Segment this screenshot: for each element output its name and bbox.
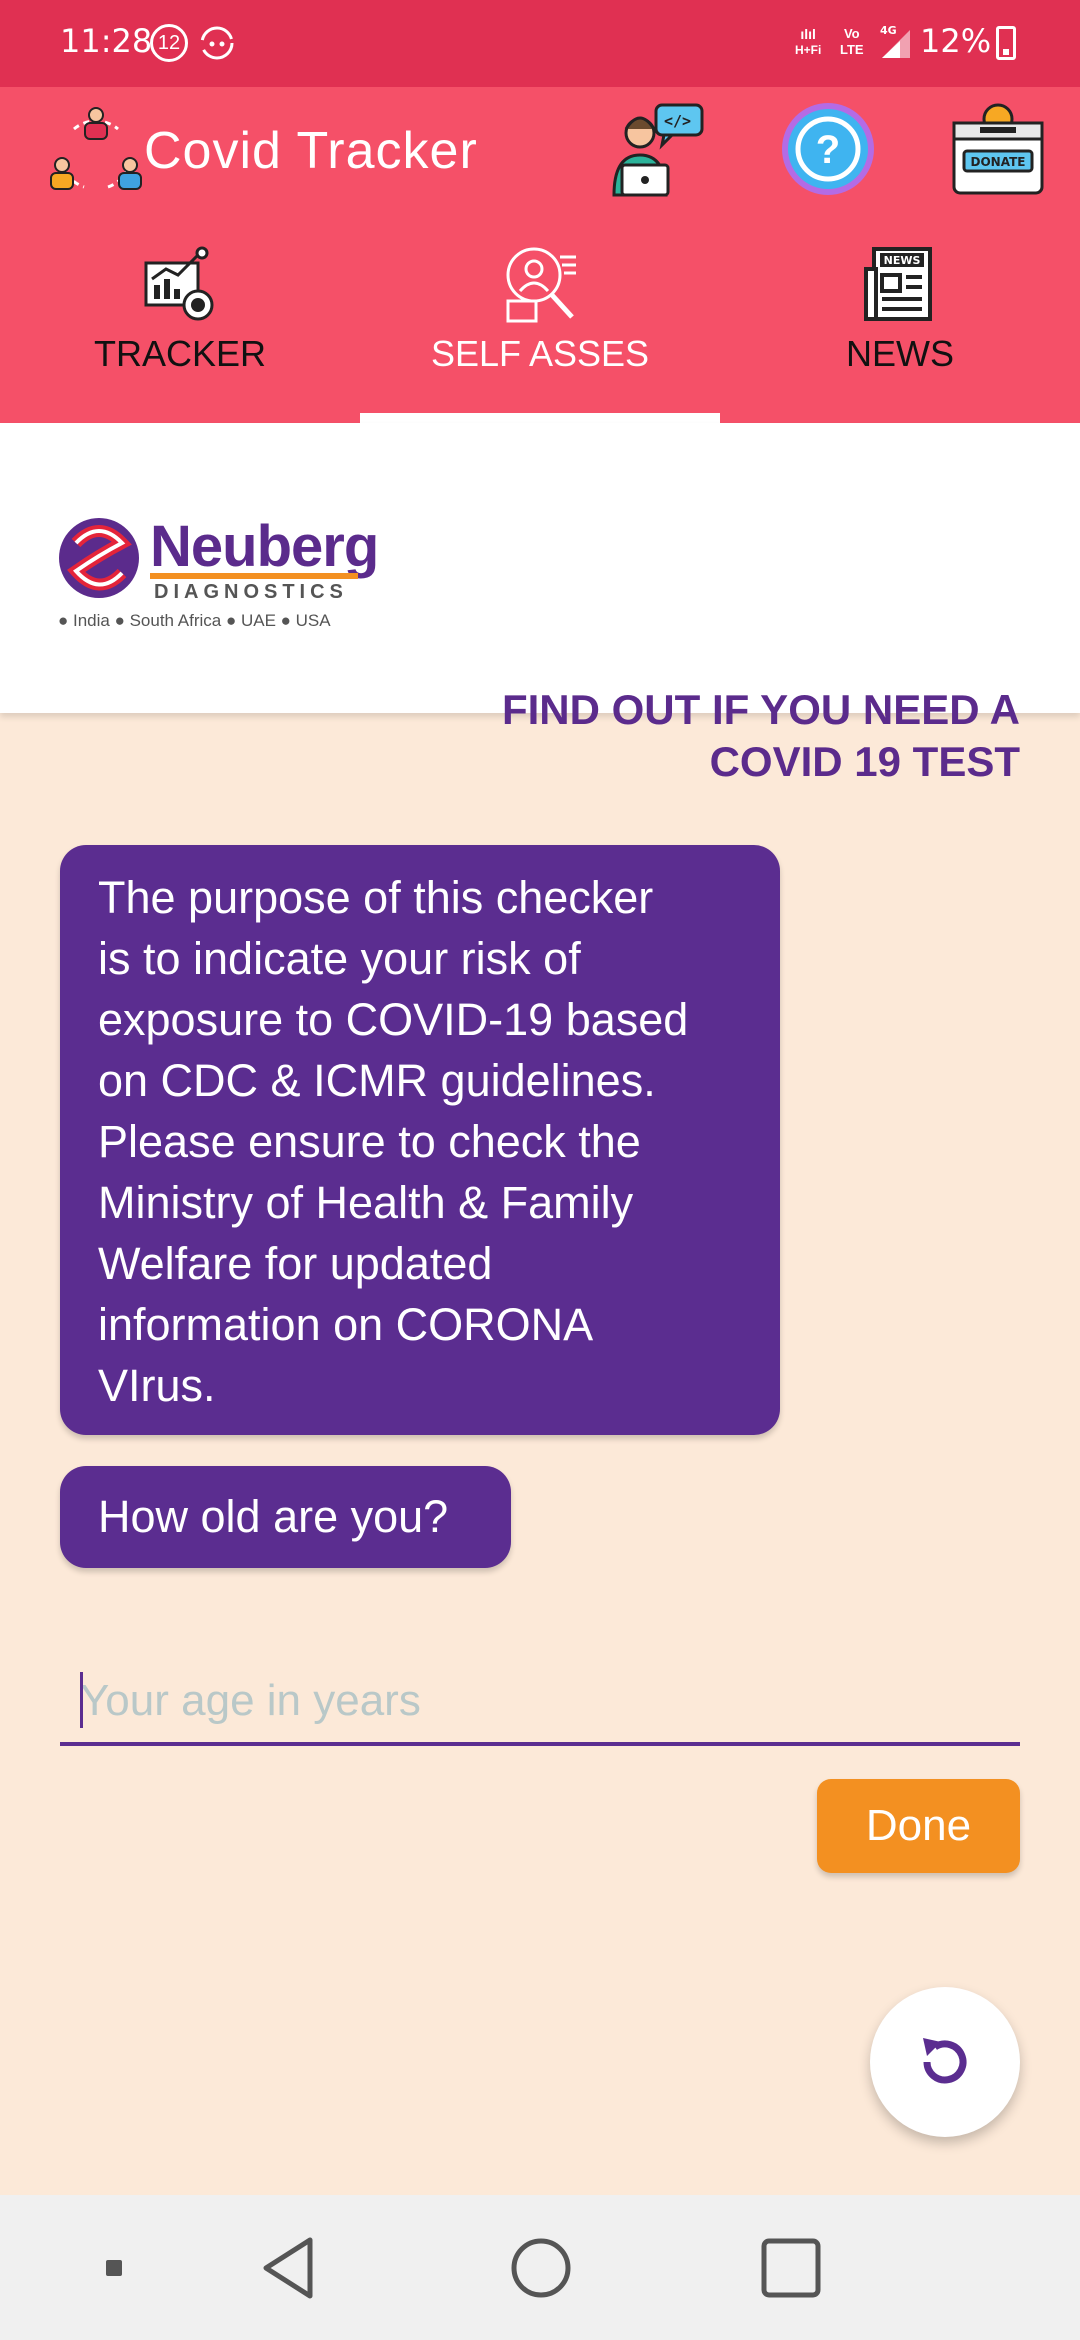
brand-name: Neuberg xyxy=(150,514,379,579)
brand-banner: Neuberg DIAGNOSTICS ● India ● South Afri… xyxy=(0,423,1080,713)
nav-menu-button[interactable] xyxy=(100,2195,130,2340)
status-time: 11:28 xyxy=(60,22,153,60)
help-button[interactable]: ? xyxy=(776,97,880,201)
developer-button[interactable]: </> xyxy=(606,97,710,201)
developer-icon: </> xyxy=(612,103,704,197)
app-header: Covid Tracker </> ? DONATE TRACKER SELF … xyxy=(0,87,1080,423)
sync-icon xyxy=(200,26,234,60)
tab-self-assessment[interactable]: SELF ASSES xyxy=(360,237,720,423)
brand-underline xyxy=(150,573,358,579)
intro-line: Please ensure to check the xyxy=(98,1116,641,1167)
tab-bar: TRACKER SELF ASSES NEWS NEWS xyxy=(0,237,1080,423)
intro-line: Welfare for updated xyxy=(98,1238,493,1289)
app-title: Covid Tracker xyxy=(144,122,478,180)
restart-icon xyxy=(923,2038,967,2084)
text-cursor xyxy=(80,1672,83,1728)
self-assessment-icon xyxy=(506,247,576,323)
brand-locations: ● India ● South Africa ● UAE ● USA xyxy=(58,611,331,630)
brand-subtitle: DIAGNOSTICS xyxy=(154,581,348,603)
intro-message-bubble: The purpose of this checker is to indica… xyxy=(60,845,780,1435)
page-headline: FIND OUT IF YOU NEED A COVID 19 TEST xyxy=(320,684,1020,788)
intro-line: Ministry of Health & Family xyxy=(98,1177,634,1228)
donate-box-icon: DONATE xyxy=(952,103,1044,195)
age-input[interactable] xyxy=(60,1660,1020,1746)
help-icon: ? xyxy=(782,103,874,195)
back-triangle-icon xyxy=(263,2237,313,2299)
tab-self-assessment-label: SELF ASSES xyxy=(430,333,650,374)
intro-line: on CDC & ICMR guidelines. xyxy=(98,1055,656,1106)
question-text: How old are you? xyxy=(98,1491,449,1542)
svg-text:?: ? xyxy=(816,128,840,172)
notification-count-badge: 12 xyxy=(150,24,188,62)
status-bar: 11:28 12 ılıl H+Fi Vo LTE 4G 12% xyxy=(0,0,1080,87)
svg-text:4G: 4G xyxy=(880,24,897,37)
battery-icon xyxy=(996,26,1016,60)
chart-report-icon xyxy=(144,246,214,321)
nav-recents-button[interactable] xyxy=(756,2195,826,2340)
tab-tracker[interactable]: TRACKER xyxy=(0,237,360,423)
recents-square-icon xyxy=(761,2238,821,2298)
tab-news-label: NEWS xyxy=(846,333,954,374)
intro-line: VIrus. xyxy=(98,1360,216,1411)
svg-text:</>: </> xyxy=(664,112,691,130)
people-cycle-icon xyxy=(50,107,142,190)
active-tab-indicator xyxy=(360,413,720,423)
network-type-indicator: ılıl H+Fi xyxy=(795,26,822,57)
intro-line: information on CORONA xyxy=(98,1299,594,1350)
done-button[interactable]: Done xyxy=(817,1779,1020,1873)
signal-icon: 4G xyxy=(880,24,910,58)
intro-line: is to indicate your risk of xyxy=(98,933,581,984)
neuberg-logo-icon xyxy=(59,518,139,598)
donate-label: DONATE xyxy=(971,155,1026,169)
tab-tracker-label: TRACKER xyxy=(93,333,267,374)
small-square-icon xyxy=(106,2260,122,2276)
headline-line-1: FIND OUT IF YOU NEED A xyxy=(501,686,1020,733)
newspaper-icon: NEWS xyxy=(864,247,932,321)
restart-button[interactable] xyxy=(870,1987,1020,2137)
intro-line: The purpose of this checker xyxy=(98,872,654,923)
nav-home-button[interactable] xyxy=(506,2195,576,2340)
home-circle-icon xyxy=(511,2238,571,2298)
question-bubble: How old are you? xyxy=(60,1466,511,1568)
headline-line-2: COVID 19 TEST xyxy=(709,738,1020,785)
tab-news[interactable]: NEWS NEWS xyxy=(720,237,1080,423)
battery-percent: 12% xyxy=(920,22,992,60)
newspaper-icon-label: NEWS xyxy=(884,254,921,267)
system-nav-bar xyxy=(0,2195,1080,2340)
intro-line: exposure to COVID-19 based xyxy=(98,994,689,1045)
nav-back-button[interactable] xyxy=(254,2195,324,2340)
donate-button[interactable]: DONATE xyxy=(946,97,1050,201)
volte-indicator: Vo LTE xyxy=(840,26,864,57)
